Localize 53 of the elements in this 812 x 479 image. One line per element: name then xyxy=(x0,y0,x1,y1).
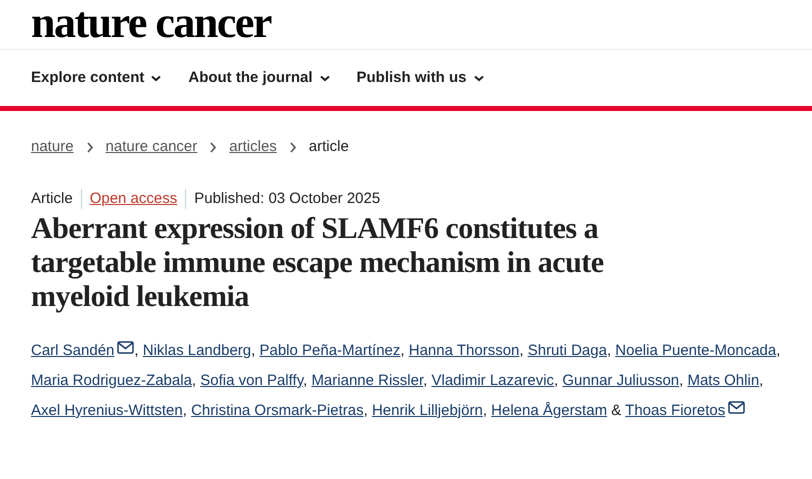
author-separator: , xyxy=(679,372,684,389)
published-date: Published: 03 October 2025 xyxy=(194,188,380,209)
author-separator: , xyxy=(134,342,139,359)
author-separator: , xyxy=(182,402,187,419)
breadcrumb-link[interactable]: nature cancer xyxy=(106,136,198,158)
author-link[interactable]: Maria Rodriguez-Zabala xyxy=(31,372,192,389)
chevron-down-icon xyxy=(320,74,330,82)
nav-menu-button[interactable]: Publish with us xyxy=(356,66,484,90)
author-link[interactable]: Hanna Thorsson xyxy=(408,342,520,359)
chevron-right-icon xyxy=(288,142,297,152)
nav-menu-button[interactable]: Explore content xyxy=(31,66,162,90)
author-separator: & xyxy=(610,402,622,419)
author-separator: , xyxy=(759,372,764,389)
chevron-down-icon xyxy=(151,74,162,82)
author-separator: , xyxy=(364,402,368,419)
breadcrumb-link[interactable]: articles xyxy=(229,136,277,158)
author-link[interactable]: Henrik Lilljebjörn xyxy=(372,402,483,419)
article-title: Aberrant expression of SLAMF6 constitutes a targetable immune escape mechanism in acute myeloid leukemia xyxy=(30,212,605,314)
author-link[interactable]: Carl Sandén xyxy=(31,342,114,359)
author-link[interactable]: Helena Ågerstam xyxy=(491,402,608,419)
breadcrumb-link[interactable]: nature xyxy=(31,136,74,158)
author-link[interactable]: Shruti Daga xyxy=(528,342,607,359)
author-separator: , xyxy=(192,372,196,389)
author-link[interactable]: Christina Orsmark-Pietras xyxy=(191,402,364,419)
author-link[interactable]: Vladimir Lazarevic xyxy=(432,372,554,389)
chevron-right-icon xyxy=(86,142,94,152)
author-separator: , xyxy=(251,342,256,359)
author-link[interactable]: Niklas Landberg xyxy=(142,342,252,359)
author-separator: , xyxy=(554,372,558,389)
open-access-link[interactable]: Open access xyxy=(90,188,178,210)
article-type: Article xyxy=(31,188,73,209)
author-link[interactable]: Gunnar Juliusson xyxy=(562,372,680,389)
author-link[interactable]: Mats Ohlin xyxy=(687,372,760,389)
author-separator: , xyxy=(519,342,524,359)
journal-logo[interactable]: nature cancer xyxy=(31,0,271,47)
author-separator: , xyxy=(400,342,405,359)
author-link[interactable]: Pablo Peña-Martínez xyxy=(259,342,400,359)
author-link[interactable]: Marianne Rissler xyxy=(311,372,424,389)
nav-menu-button[interactable]: About the journal xyxy=(188,66,330,90)
author-link[interactable]: Axel Hyrenius-Wittsten xyxy=(31,402,183,419)
mail-icon[interactable] xyxy=(117,341,134,354)
author-separator: , xyxy=(606,342,612,359)
breadcrumb-current: article xyxy=(308,136,349,157)
author-link[interactable]: Thoas Fioretos xyxy=(625,402,726,419)
chevron-down-icon xyxy=(474,74,484,82)
author-link[interactable]: Sofia von Palffy xyxy=(200,372,304,389)
author-separator: , xyxy=(776,342,780,359)
mail-icon[interactable] xyxy=(728,401,746,414)
author-separator: , xyxy=(482,402,487,419)
author-separator: , xyxy=(423,372,428,389)
chevron-right-icon xyxy=(209,142,218,152)
author-separator: , xyxy=(303,372,308,389)
author-link[interactable]: Noelia Puente-Moncada xyxy=(615,342,776,359)
